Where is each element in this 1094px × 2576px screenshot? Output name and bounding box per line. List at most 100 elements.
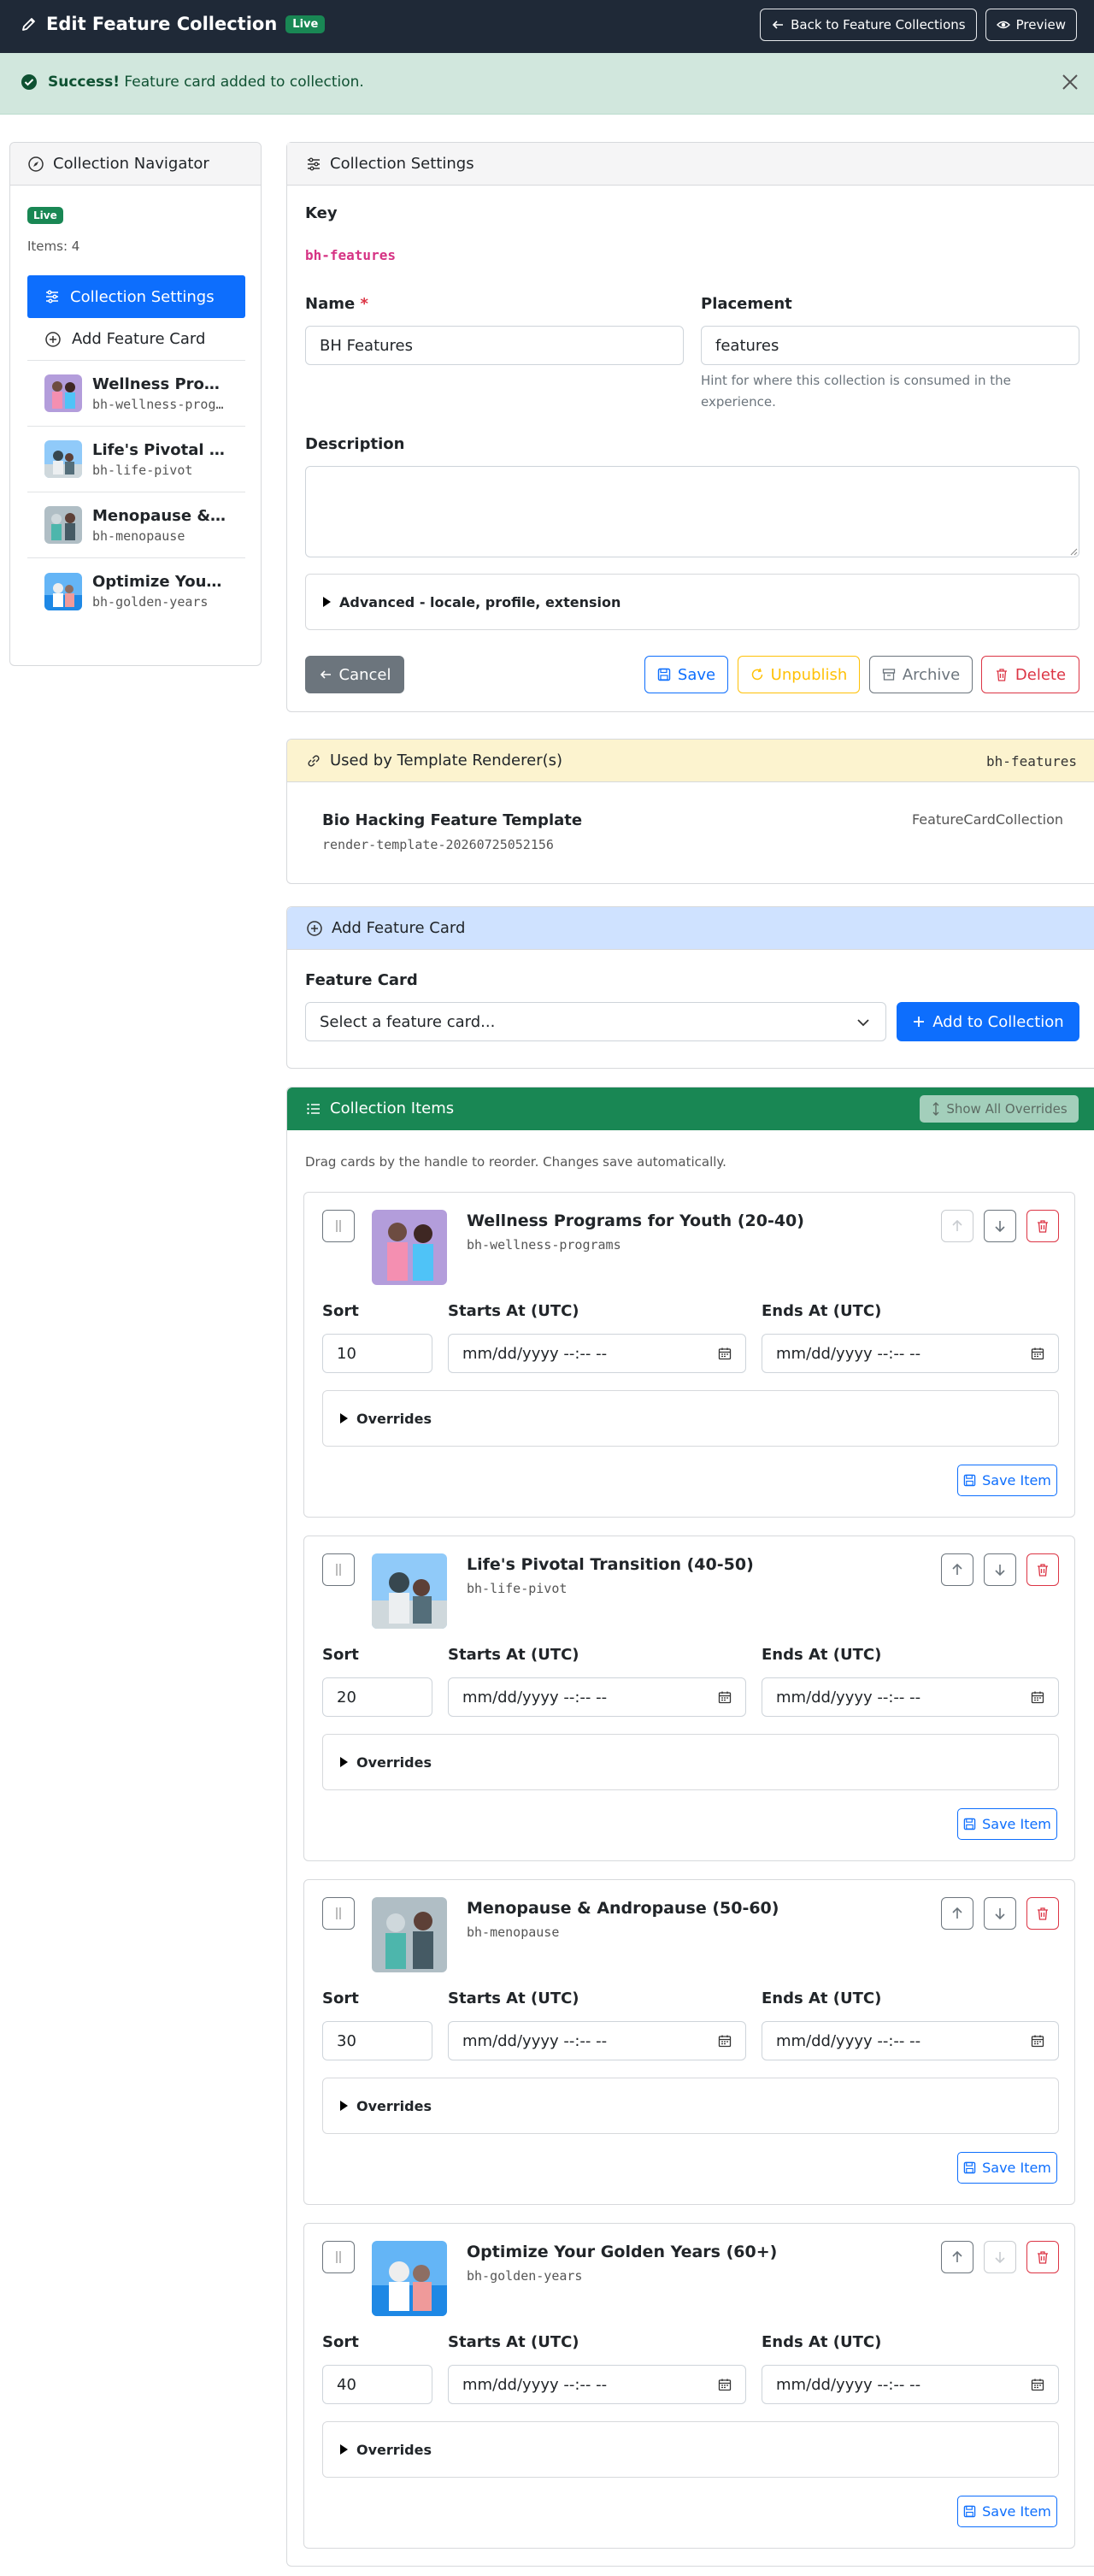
close-icon[interactable] [1060,72,1080,92]
sort-input[interactable]: 40 [322,2365,432,2404]
eye-icon [996,18,1010,32]
archive-icon [882,668,896,681]
overrides-details[interactable]: Overrides [322,2421,1059,2478]
item-key: bh-life-pivot [467,1581,568,1596]
move-up-button[interactable] [941,2241,973,2273]
save-item-button[interactable]: Save Item [957,2152,1057,2184]
items-count: Items: 4 [27,239,80,254]
starts-at-input[interactable]: mm/dd/yyyy --:-- -- [448,1334,746,1373]
back-button[interactable]: Back to Feature Collections [760,9,977,41]
overrides-details[interactable]: Overrides [322,2078,1059,2134]
sort-input[interactable]: 30 [322,2021,432,2060]
starts-at-input[interactable]: mm/dd/yyyy --:-- -- [448,2365,746,2404]
pencil-icon [21,15,38,32]
drag-handle-icon[interactable] [322,1210,355,1242]
calendar-icon[interactable] [1031,1690,1044,1704]
sort-input[interactable]: 20 [322,1677,432,1717]
trash-icon [1036,1219,1050,1233]
show-all-overrides-button[interactable]: Show All Overrides [920,1095,1079,1123]
move-up-button[interactable] [941,1210,973,1242]
feature-card-select[interactable]: Select a feature card... [305,1002,886,1041]
delete-item-button[interactable] [1026,1897,1059,1930]
triangle-right-icon [340,2444,348,2455]
link-icon [306,753,321,769]
move-down-button[interactable] [984,1553,1016,1586]
top-bar: Edit Feature Collection Live Back to Fea… [0,0,1094,53]
save-button[interactable]: Save [644,656,728,693]
starts-at-input[interactable]: mm/dd/yyyy --:-- -- [448,1677,746,1717]
save-item-button[interactable]: Save Item [957,1465,1057,1496]
nav-card-item[interactable]: Menopause & Andropause (50-60) bh-menopa… [27,492,245,558]
ends-at-input[interactable]: mm/dd/yyyy --:-- -- [762,2365,1059,2404]
save-item-button[interactable]: Save Item [957,1808,1057,1840]
item-key: bh-wellness-programs [467,1237,621,1253]
starts-at-input[interactable]: mm/dd/yyyy --:-- -- [448,2021,746,2060]
name-input[interactable]: BH Features [305,326,684,365]
calendar-icon[interactable] [1031,2378,1044,2391]
sort-label: Sort [322,2333,359,2351]
item-key: bh-golden-years [467,2268,583,2284]
starts-label: Starts At (UTC) [448,2333,579,2351]
sort-label: Sort [322,1302,359,1320]
calendar-icon[interactable] [1031,2034,1044,2048]
ends-at-input[interactable]: mm/dd/yyyy --:-- -- [762,1334,1059,1373]
delete-item-button[interactable] [1026,1210,1059,1242]
nav-add-feature-card[interactable]: Add Feature Card [27,318,245,361]
nav-card-item[interactable]: Optimize Your Golden Years (60+) bh-gold… [27,558,245,624]
placement-input[interactable]: features [701,326,1079,365]
nav-card-item[interactable]: Wellness Programs for Youth (20-40) bh-w… [27,361,245,427]
sort-input[interactable]: 10 [322,1334,432,1373]
floppy-disk-icon [963,1818,976,1830]
add-to-collection-button[interactable]: Add to Collection [897,1002,1079,1041]
drag-handle-icon[interactable] [322,1553,355,1586]
ends-at-input[interactable]: mm/dd/yyyy --:-- -- [762,1677,1059,1717]
preview-button[interactable]: Preview [985,9,1077,41]
calendar-icon[interactable] [718,2034,732,2048]
ends-label: Ends At (UTC) [762,1302,882,1320]
move-down-button[interactable] [984,2241,1016,2273]
archive-button[interactable]: Archive [869,656,973,693]
move-down-button[interactable] [984,1210,1016,1242]
unpublish-button[interactable]: Unpublish [738,656,860,693]
collection-item: Menopause & Andropause (50-60) bh-menopa… [303,1879,1075,2205]
navigator-status-badge: Live [27,207,63,224]
cancel-button[interactable]: Cancel [305,656,404,693]
placement-label: Placement [701,295,792,313]
resize-grip-icon[interactable] [1069,547,1078,556]
calendar-icon[interactable] [718,2378,732,2391]
collection-settings-card: Collection Settings Key bh-features Name… [286,142,1094,712]
delete-item-button[interactable] [1026,2241,1059,2273]
delete-item-button[interactable] [1026,1553,1059,1586]
nav-collection-settings[interactable]: Collection Settings [27,275,245,318]
save-item-button[interactable]: Save Item [957,2496,1057,2527]
chevron-down-icon [856,1017,870,1029]
expand-icon [931,1102,941,1116]
overrides-details[interactable]: Overrides [322,1734,1059,1790]
description-textarea[interactable] [305,466,1079,557]
advanced-details[interactable]: Advanced - locale, profile, extension [305,574,1079,630]
ends-at-input[interactable]: mm/dd/yyyy --:-- -- [762,2021,1059,2060]
move-up-button[interactable] [941,1897,973,1930]
template-name[interactable]: Bio Hacking Feature Template [322,811,582,829]
item-title: Life's Pivotal Transition (40-50) [467,1555,754,1574]
drag-handle-icon[interactable] [322,2241,355,2273]
card-thumbnail [44,506,82,544]
arrow-up-icon [951,1219,963,1233]
placement-hint: Hint for where this collection is consum… [701,373,1011,410]
delete-button[interactable]: Delete [981,656,1079,693]
arrow-up-icon [951,1563,963,1577]
calendar-icon[interactable] [1031,1347,1044,1360]
nav-card-item[interactable]: Life's Pivotal Transition (40-50) bh-lif… [27,427,245,492]
overrides-details[interactable]: Overrides [322,1390,1059,1447]
description-label: Description [305,435,405,453]
plus-circle-icon [44,331,62,348]
move-down-button[interactable] [984,1897,1016,1930]
arrow-up-icon [951,2250,963,2264]
calendar-icon[interactable] [718,1690,732,1704]
page-title-group: Edit Feature Collection Live [21,14,326,34]
drag-handle-icon[interactable] [322,1897,355,1930]
move-up-button[interactable] [941,1553,973,1586]
triangle-right-icon [340,1757,348,1767]
calendar-icon[interactable] [718,1347,732,1360]
arrow-down-icon [994,1563,1006,1577]
